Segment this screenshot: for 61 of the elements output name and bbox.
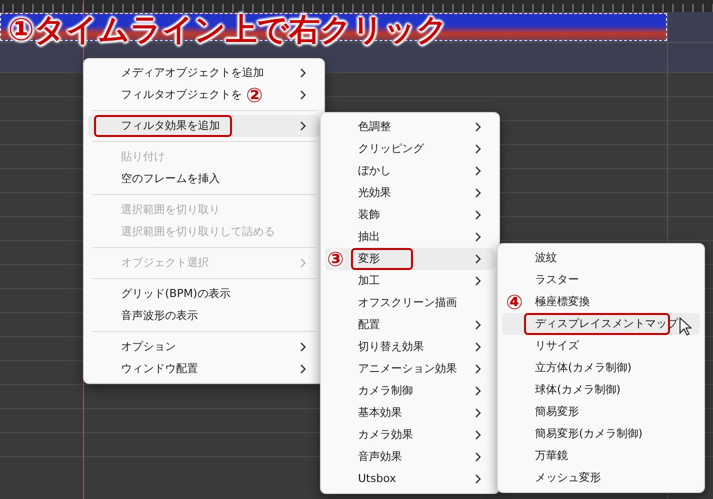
menu-item[interactable]: ④ 極座標変換 [502, 291, 700, 313]
menu-item[interactable]: 球体(カメラ制御) [502, 379, 700, 401]
chevron-right-icon [300, 258, 306, 268]
menu-item[interactable]: 簡易変形(カメラ制御) [502, 423, 700, 445]
menu-item[interactable]: 万華鏡 [502, 445, 700, 467]
chevron-right-icon [475, 452, 481, 462]
menu-item[interactable]: 色調整 [325, 116, 495, 138]
menu-item[interactable]: 加工 [325, 270, 495, 292]
chevron-right-icon [475, 386, 481, 396]
chevron-right-icon [475, 408, 481, 418]
chevron-right-icon [475, 320, 481, 330]
menu-item[interactable]: カメラ効果 [325, 424, 495, 446]
step-number: ② [246, 84, 263, 106]
chevron-right-icon [300, 121, 306, 131]
menu-item[interactable]: クリッピング [325, 138, 495, 160]
menu-item[interactable]: 空のフレームを挿入 [88, 168, 320, 190]
chevron-right-icon [475, 144, 481, 154]
chevron-right-icon [475, 276, 481, 286]
chevron-right-icon [475, 342, 481, 352]
chevron-right-icon [300, 90, 306, 100]
menu-item[interactable]: 抽出 [325, 226, 495, 248]
chevron-right-icon [475, 430, 481, 440]
chevron-right-icon [475, 210, 481, 220]
menu-item[interactable]: ウィンドウ配置 [88, 358, 320, 380]
menu-item[interactable]: 配置 [325, 314, 495, 336]
menu-item[interactable]: メディアオブジェクトを追加 [88, 62, 320, 84]
menu-item[interactable]: メッシュ変形 [502, 467, 700, 489]
chevron-right-icon [475, 232, 481, 242]
menu-item[interactable]: 音声波形の表示 [88, 305, 320, 327]
mouse-cursor-icon [679, 317, 692, 337]
chevron-right-icon [475, 188, 481, 198]
chevron-right-icon [475, 254, 481, 264]
menu-item[interactable]: グリッド(BPM)の表示 [88, 283, 320, 305]
chevron-right-icon [475, 364, 481, 374]
menu-item[interactable]: オフスクリーン描画 [325, 292, 495, 314]
menu-item[interactable]: 簡易変形 [502, 401, 700, 423]
step-number: ③ [327, 248, 344, 270]
chevron-right-icon [300, 364, 306, 374]
menu-item[interactable]: リサイズ [502, 335, 700, 357]
menu-item[interactable]: ③ 変形 [325, 248, 495, 270]
chevron-right-icon [300, 342, 306, 352]
chevron-right-icon [475, 474, 481, 484]
menu-item[interactable]: 立方体(カメラ制御) [502, 357, 700, 379]
menu-item[interactable]: カメラ制御 [325, 380, 495, 402]
menu-item[interactable]: ラスター [502, 269, 700, 291]
menu-item[interactable]: オプション [88, 336, 320, 358]
menu-item[interactable]: ぼかし [325, 160, 495, 182]
menu-item[interactable]: Utsbox [325, 468, 495, 490]
menu-item[interactable]: 音声効果 [325, 446, 495, 468]
annotation-frame [351, 248, 413, 270]
menu-item[interactable]: 光効果 [325, 182, 495, 204]
chevron-right-icon [475, 122, 481, 132]
chevron-right-icon [300, 68, 306, 78]
chevron-right-icon [475, 166, 481, 176]
menu-item[interactable]: 波紋 [502, 247, 700, 269]
step-number: ④ [506, 291, 523, 313]
menu-item[interactable]: 装飾 [325, 204, 495, 226]
menu-item[interactable]: フィルタ効果を追加 [88, 115, 320, 137]
menu-item[interactable]: 基本効果 [325, 402, 495, 424]
menu-item[interactable]: 切り替え効果 [325, 336, 495, 358]
menu-item[interactable]: アニメーション効果 [325, 358, 495, 380]
